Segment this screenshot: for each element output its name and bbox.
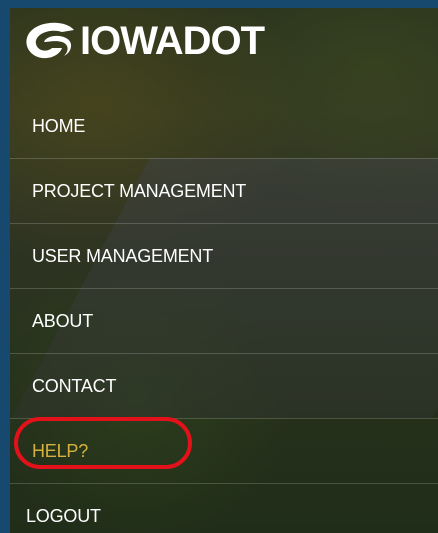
nav-item-contact[interactable]: CONTACT [10, 354, 438, 419]
nav-item-project-management[interactable]: PROJECT MANAGEMENT [10, 159, 438, 224]
nav-item-help[interactable]: HELP? [10, 419, 438, 484]
brand-name: IOWADOT [80, 19, 265, 63]
nav-item-about[interactable]: ABOUT [10, 289, 438, 354]
iowadot-logo-icon [26, 22, 74, 59]
navigation-panel: IOWADOT HOME PROJECT MANAGEMENT USER MAN… [10, 8, 438, 533]
nav-item-logout[interactable]: LOGOUT [10, 484, 438, 533]
nav-item-user-management[interactable]: USER MANAGEMENT [10, 224, 438, 289]
nav-item-home[interactable]: HOME [10, 94, 438, 159]
main-nav: HOME PROJECT MANAGEMENT USER MANAGEMENT … [10, 94, 438, 533]
iowadot-logo[interactable]: IOWADOT [22, 18, 265, 64]
